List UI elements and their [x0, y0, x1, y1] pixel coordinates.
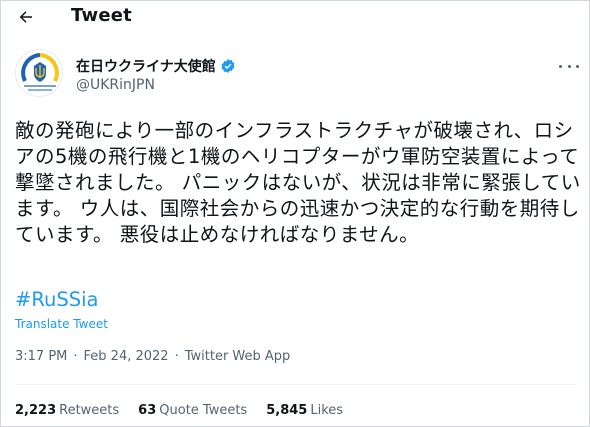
- quote-tweets-stat[interactable]: 63 Quote Tweets: [138, 403, 247, 418]
- likes-label: Likes: [310, 403, 344, 418]
- translate-tweet-link[interactable]: Translate Tweet: [15, 317, 108, 331]
- tweet-date[interactable]: Feb 24, 2022: [84, 349, 169, 364]
- quotes-count: 63: [138, 403, 157, 418]
- verified-badge-icon: [220, 58, 236, 74]
- tweet-text: 敵の発砲により一部のインフラストラクチャが破壊され、ロシアの5機の飛行機と1機の…: [15, 119, 581, 246]
- tweet-header: Tweet: [1, 1, 589, 33]
- avatar[interactable]: [15, 49, 63, 97]
- arrow-left-icon: [19, 11, 32, 23]
- more-options-icon[interactable]: [559, 61, 579, 71]
- tweet-stats: 2,223 Retweets 63 Quote Tweets 5,845 Likes: [15, 403, 362, 418]
- tweet-time[interactable]: 3:17 PM: [15, 349, 67, 364]
- meta-separator: ·: [174, 349, 179, 364]
- likes-stat[interactable]: 5,845 Likes: [266, 403, 343, 418]
- meta-separator: ·: [73, 349, 78, 364]
- likes-count: 5,845: [266, 403, 308, 418]
- tweet-source[interactable]: Twitter Web App: [185, 349, 291, 364]
- author-name-row[interactable]: 在日ウクライナ大使館: [76, 56, 236, 76]
- hashtag-link[interactable]: #RuSSia: [15, 288, 99, 311]
- retweets-stat[interactable]: 2,223 Retweets: [15, 403, 119, 418]
- retweets-label: Retweets: [59, 403, 120, 418]
- author-handle[interactable]: @UKRinJPN: [76, 77, 155, 93]
- author-display-name[interactable]: 在日ウクライナ大使館: [76, 56, 216, 76]
- back-button[interactable]: [15, 6, 37, 28]
- embassy-logo-icon: [21, 53, 59, 91]
- tweet-meta: 3:17 PM · Feb 24, 2022 · Twitter Web App: [15, 349, 290, 364]
- divider: [15, 384, 577, 385]
- tweet-detail-panel: Tweet 在日ウクライナ大使館 @UKRinJPN 敵の発砲により一部のインフ…: [0, 0, 590, 427]
- retweets-count: 2,223: [15, 403, 57, 418]
- page-title: Tweet: [71, 5, 132, 26]
- quotes-label: Quote Tweets: [159, 403, 248, 418]
